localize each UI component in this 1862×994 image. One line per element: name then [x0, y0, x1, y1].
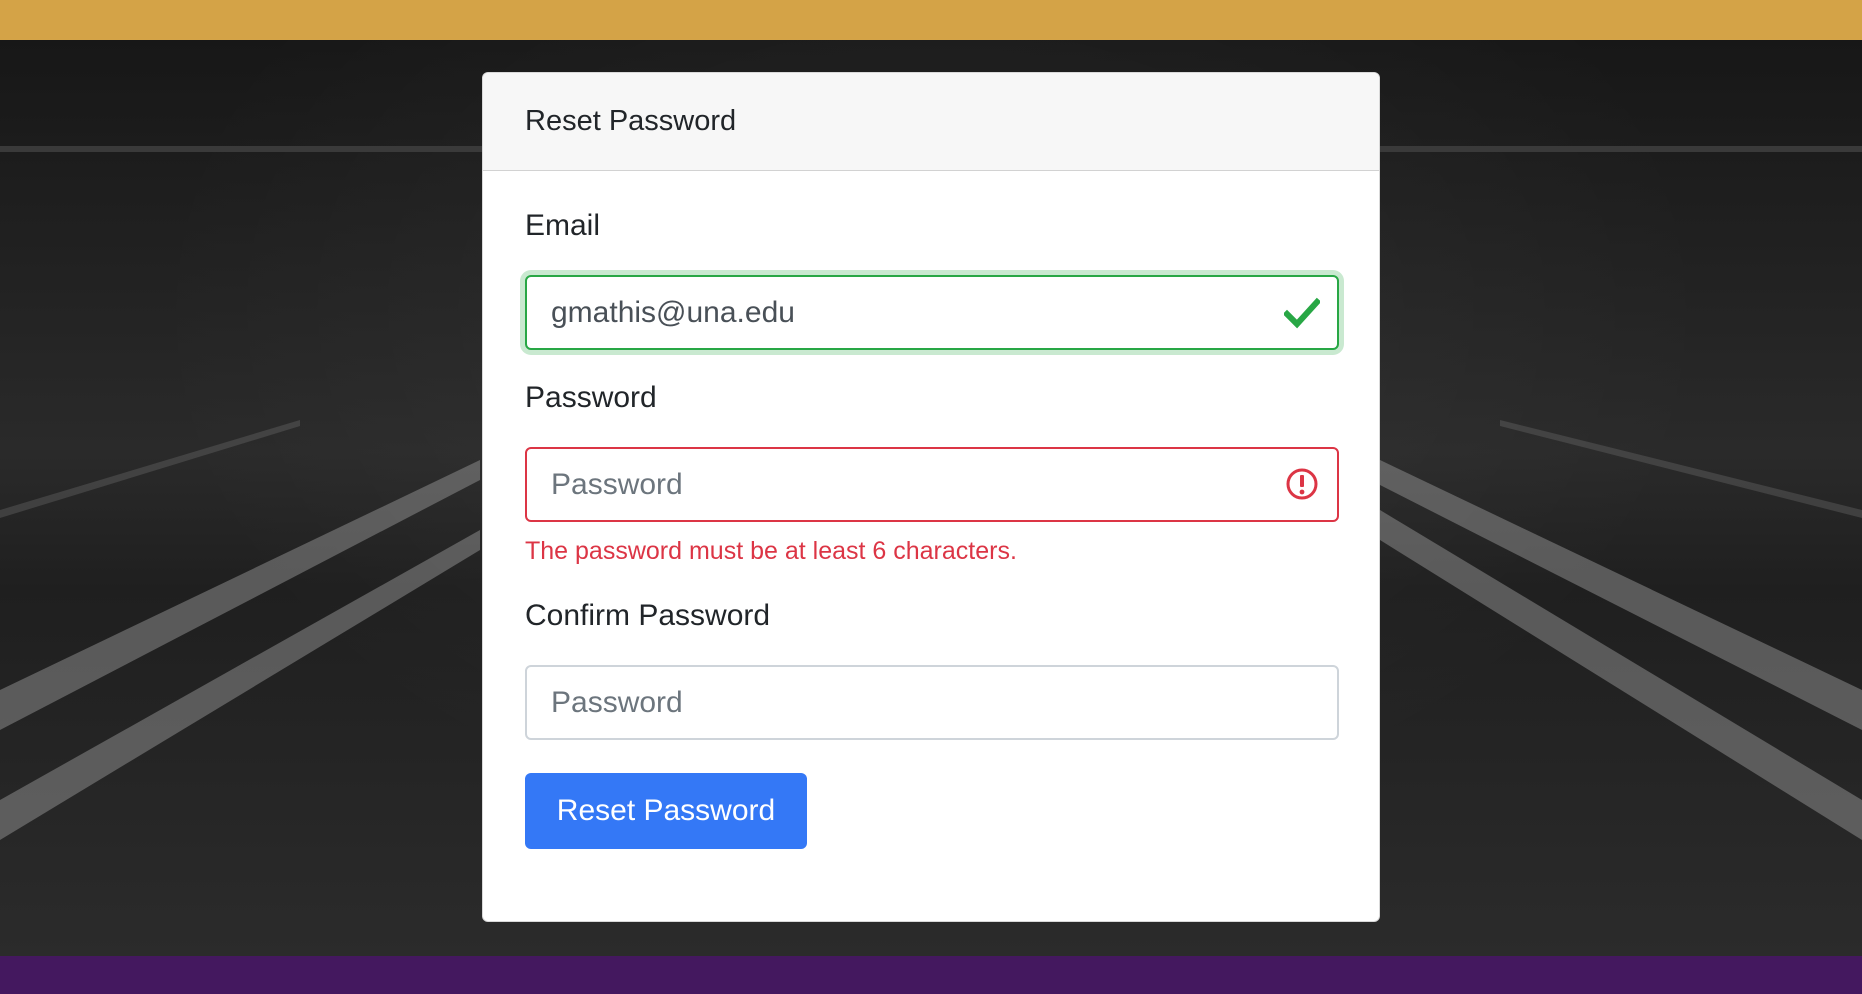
email-field[interactable]: [525, 275, 1339, 350]
confirm-password-label: Confirm Password: [525, 599, 771, 632]
email-label: Email: [525, 209, 601, 242]
checkmark-icon: [1284, 297, 1320, 329]
bottom-accent-bar: [0, 956, 1862, 994]
top-accent-bar: [0, 0, 1862, 40]
reset-password-card: Reset Password Email Password The passwo…: [482, 72, 1380, 922]
password-error-message: The password must be at least 6 characte…: [525, 537, 1017, 565]
exclamation-circle-icon: [1286, 468, 1318, 500]
card-title: Reset Password: [525, 105, 737, 137]
card-header: Reset Password: [483, 73, 1379, 171]
reset-password-button[interactable]: Reset Password: [525, 773, 807, 849]
password-field[interactable]: [525, 447, 1339, 522]
password-label: Password: [525, 381, 657, 414]
confirm-password-field[interactable]: [525, 665, 1339, 740]
